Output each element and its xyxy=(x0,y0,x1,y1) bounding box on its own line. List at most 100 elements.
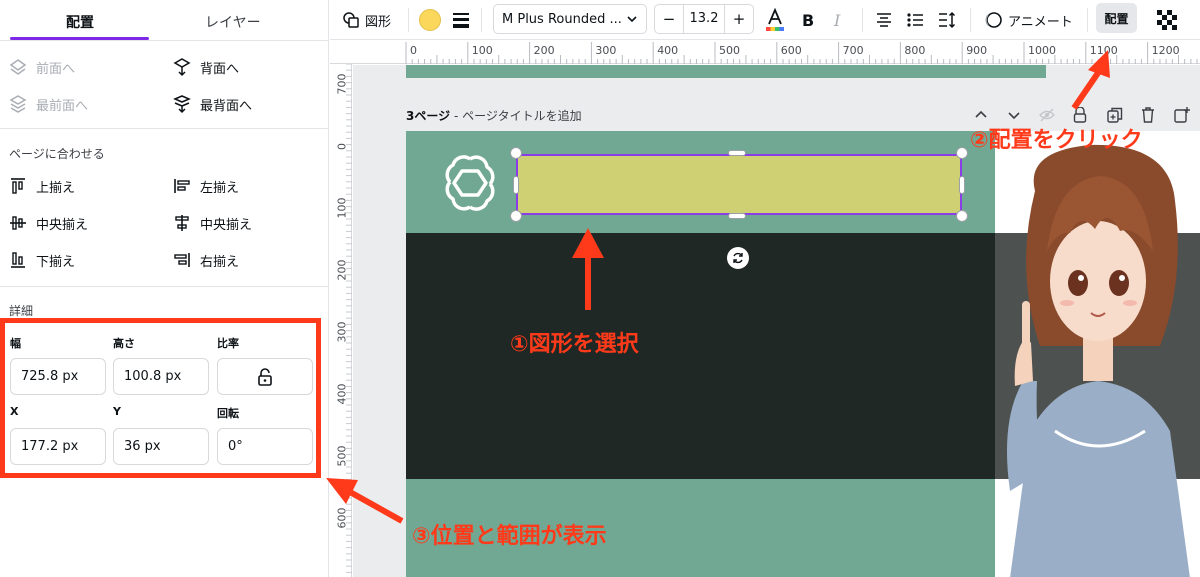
align-center-icon xyxy=(175,215,189,231)
delete-page-icon[interactable] xyxy=(1141,107,1155,123)
openai-logo-icon[interactable] xyxy=(440,153,500,213)
align-right-icon xyxy=(174,253,190,267)
resize-handle-left[interactable] xyxy=(513,176,519,194)
align-top-icon xyxy=(11,178,25,194)
design-page[interactable] xyxy=(406,131,1047,577)
ruler-label: 300 xyxy=(595,44,617,57)
ruler-ticks xyxy=(405,42,1198,64)
resize-handle-top-right[interactable] xyxy=(956,147,968,159)
align-top-button[interactable]: 上揃え xyxy=(8,176,75,196)
position-button[interactable]: 配置 xyxy=(1096,3,1137,33)
align-center-button[interactable]: 中央揃え xyxy=(172,213,252,233)
chevron-down-icon xyxy=(627,16,637,23)
rotate-handle[interactable] xyxy=(727,247,749,269)
decrease-size-button[interactable]: − xyxy=(655,10,683,28)
align-right-label: 右揃え xyxy=(200,254,240,270)
align-top-label: 上揃え xyxy=(36,180,76,196)
annotation-step2: ②配置をクリック xyxy=(970,128,1143,153)
tab-position[interactable]: 配置 xyxy=(66,12,94,32)
ruler-label: 300 xyxy=(335,321,349,343)
details-section-title: 詳細 xyxy=(9,304,34,318)
italic-button[interactable]: I xyxy=(834,0,840,40)
page-title-input[interactable]: - ページタイトルを追加 xyxy=(454,109,582,123)
transparency-button[interactable] xyxy=(1157,0,1177,40)
text-color-button[interactable] xyxy=(764,0,786,40)
move-up-icon[interactable] xyxy=(974,108,988,122)
ruler-label: 700 xyxy=(842,44,864,57)
resize-handle-bottom-left[interactable] xyxy=(510,210,522,222)
send-backward-label: 背面へ xyxy=(200,61,240,77)
align-left-icon xyxy=(174,179,190,193)
bullet-list-icon xyxy=(907,13,923,27)
text-color-icon xyxy=(766,8,784,31)
tab-layers[interactable]: レイヤー xyxy=(205,12,261,32)
shape-button[interactable]: 図形 xyxy=(342,0,391,40)
anime-girl-illustration[interactable] xyxy=(995,131,1200,577)
animate-icon xyxy=(985,12,1002,28)
ruler-label: 100 xyxy=(335,197,349,219)
animate-button[interactable]: アニメート xyxy=(983,0,1073,40)
divider xyxy=(0,286,329,287)
ruler-label: 200 xyxy=(533,44,555,57)
list-button[interactable] xyxy=(906,0,924,40)
resize-handle-top[interactable] xyxy=(728,150,746,156)
resize-handle-bottom-right[interactable] xyxy=(956,210,968,222)
dark-band-shape[interactable] xyxy=(406,233,1047,479)
border-style-button[interactable] xyxy=(452,0,470,40)
send-backward-button[interactable]: 背面へ xyxy=(172,57,239,77)
send-to-back-icon xyxy=(173,95,191,114)
selected-rectangle-shape[interactable] xyxy=(516,154,962,215)
align-left-button[interactable]: 左揃え xyxy=(172,176,239,196)
align-bottom-label: 下揃え xyxy=(36,254,76,270)
text-align-button[interactable] xyxy=(875,0,893,40)
bring-forward-label: 前面へ xyxy=(36,61,76,77)
horizontal-ruler: 0 100 200 300 400 500 600 700 800 900 1000 1100 1200 xyxy=(330,40,1200,64)
align-middle-button[interactable]: 中央揃え xyxy=(8,213,88,233)
font-name: M Plus Rounded ... xyxy=(502,11,622,27)
tab-divider xyxy=(0,40,329,41)
align-middle-icon xyxy=(10,216,26,230)
divider xyxy=(481,8,482,32)
resize-handle-bottom[interactable] xyxy=(728,213,746,219)
ruler-label: 600 xyxy=(335,507,349,529)
fill-color-button[interactable] xyxy=(419,0,441,40)
transparency-icon xyxy=(1157,10,1177,30)
bring-to-front-button[interactable]: 最前面へ xyxy=(8,94,88,114)
send-to-back-label: 最背面へ xyxy=(200,98,253,114)
increase-size-button[interactable]: + xyxy=(725,10,753,28)
align-bottom-button[interactable]: 下揃え xyxy=(8,250,75,270)
ruler-label: 500 xyxy=(335,445,349,467)
editor-toolbar: 図形 M Plus Rounded ... − 13.2 + B I アニメート… xyxy=(330,0,1200,40)
ruler-label: 1000 xyxy=(1028,44,1056,57)
ruler-label: 800 xyxy=(904,44,926,57)
font-select[interactable]: M Plus Rounded ... xyxy=(493,4,647,34)
send-to-back-button[interactable]: 最背面へ xyxy=(172,94,252,114)
bring-forward-button[interactable]: 前面へ xyxy=(8,57,75,77)
resize-handle-top-left[interactable] xyxy=(510,147,522,159)
ruler-label: 100 xyxy=(471,44,493,57)
ruler-label: 500 xyxy=(719,44,740,57)
spacing-button[interactable] xyxy=(937,0,957,40)
panel-tabs: 配置 レイヤー xyxy=(0,0,329,42)
bold-button[interactable]: B xyxy=(802,0,814,40)
resize-handle-right[interactable] xyxy=(959,176,965,194)
divider xyxy=(1087,8,1088,32)
font-size-value[interactable]: 13.2 xyxy=(683,5,725,33)
align-bottom-icon xyxy=(11,252,25,268)
shape-icon xyxy=(343,12,359,28)
add-page-icon[interactable] xyxy=(1174,107,1190,123)
divider xyxy=(862,8,863,32)
move-down-icon[interactable] xyxy=(1007,108,1021,122)
align-right-button[interactable]: 右揃え xyxy=(172,250,239,270)
hide-page-icon[interactable] xyxy=(1039,108,1055,122)
ruler-label: 0 xyxy=(335,143,349,150)
bring-forward-icon xyxy=(9,59,27,75)
ruler-label: 400 xyxy=(335,383,349,405)
font-size-stepper[interactable]: − 13.2 + xyxy=(654,4,754,34)
page-number: 3ページ xyxy=(406,109,451,123)
highlight-box xyxy=(0,318,321,478)
duplicate-page-icon[interactable] xyxy=(1107,107,1123,123)
align-middle-label: 中央揃え xyxy=(36,217,89,233)
send-backward-icon xyxy=(173,58,191,77)
lock-page-icon[interactable] xyxy=(1073,107,1087,123)
